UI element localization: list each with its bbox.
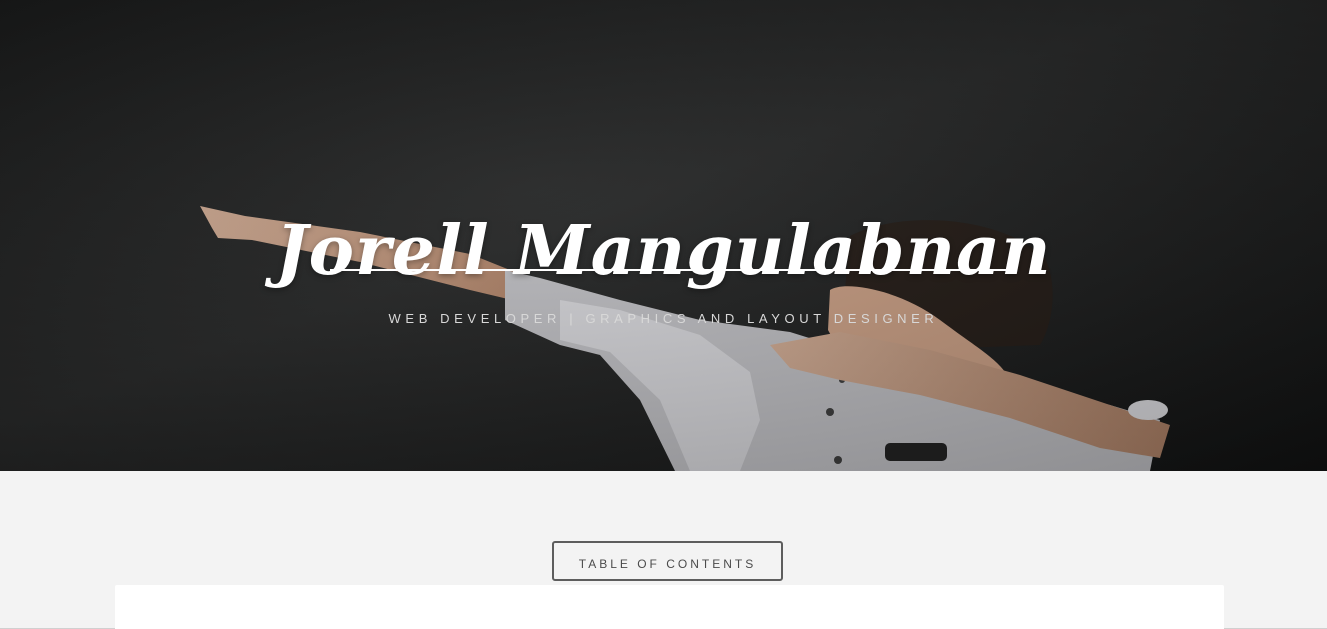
hero-section: Jorell Mangulabnan WEB DEVELOPER | GRAPH… <box>0 0 1327 471</box>
portfolio-page: Jorell Mangulabnan WEB DEVELOPER | GRAPH… <box>0 0 1327 629</box>
content-card <box>115 585 1224 629</box>
hero-subtitle: WEB DEVELOPER | GRAPHICS AND LAYOUT DESI… <box>388 311 939 326</box>
hero-title: Jorell Mangulabnan <box>275 210 1052 291</box>
main-content: TABLE OF CONTENTS <box>0 471 1327 629</box>
table-of-contents-button[interactable]: TABLE OF CONTENTS <box>552 541 783 581</box>
hero-divider <box>330 269 1009 271</box>
